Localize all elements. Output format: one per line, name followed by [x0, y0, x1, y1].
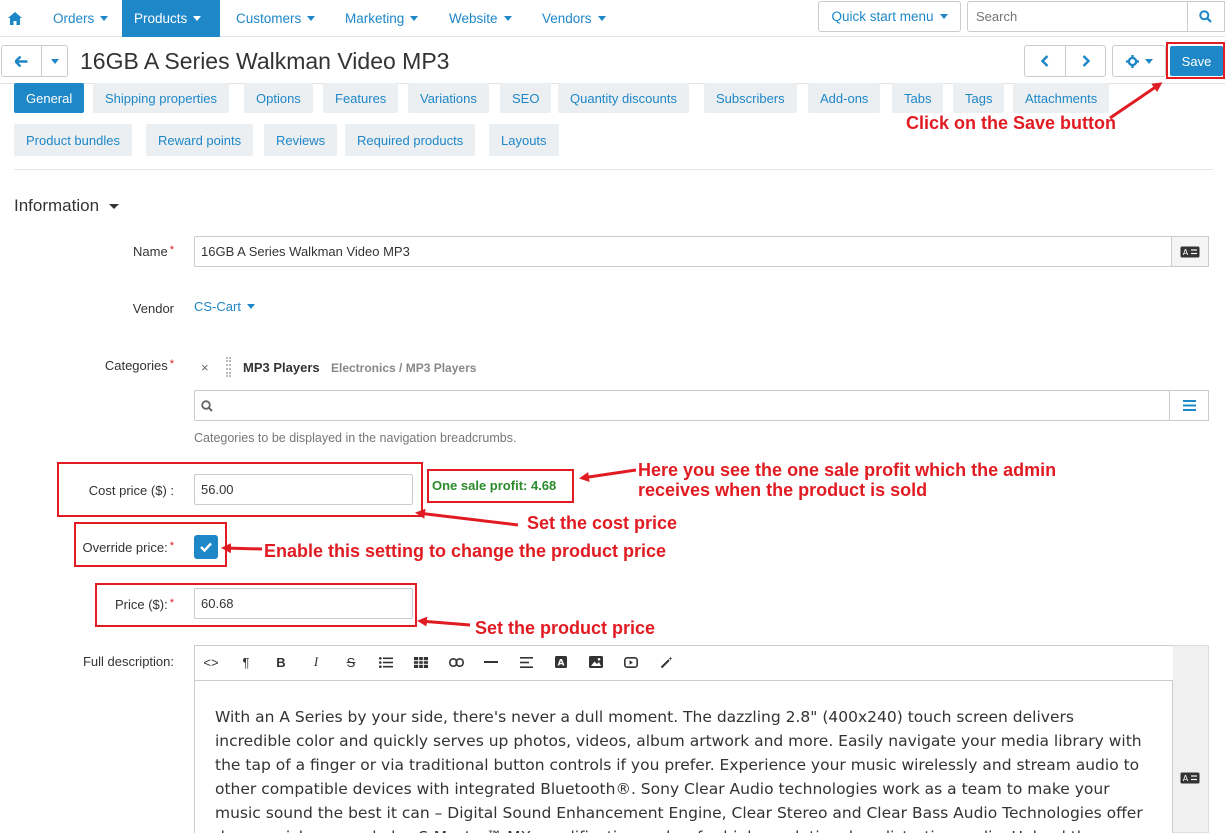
annotation-profit-line1: Here you see the one sale profit which t… [638, 460, 1057, 480]
annotation-price: Set the product price [475, 618, 656, 638]
annotation-save: Click on the Save button [906, 113, 1117, 133]
annotation-override: Enable this setting to change the produc… [264, 541, 667, 561]
annotation-cost: Set the cost price [527, 513, 678, 533]
annotation-profit-line2: receives when the product is sold [638, 480, 928, 500]
